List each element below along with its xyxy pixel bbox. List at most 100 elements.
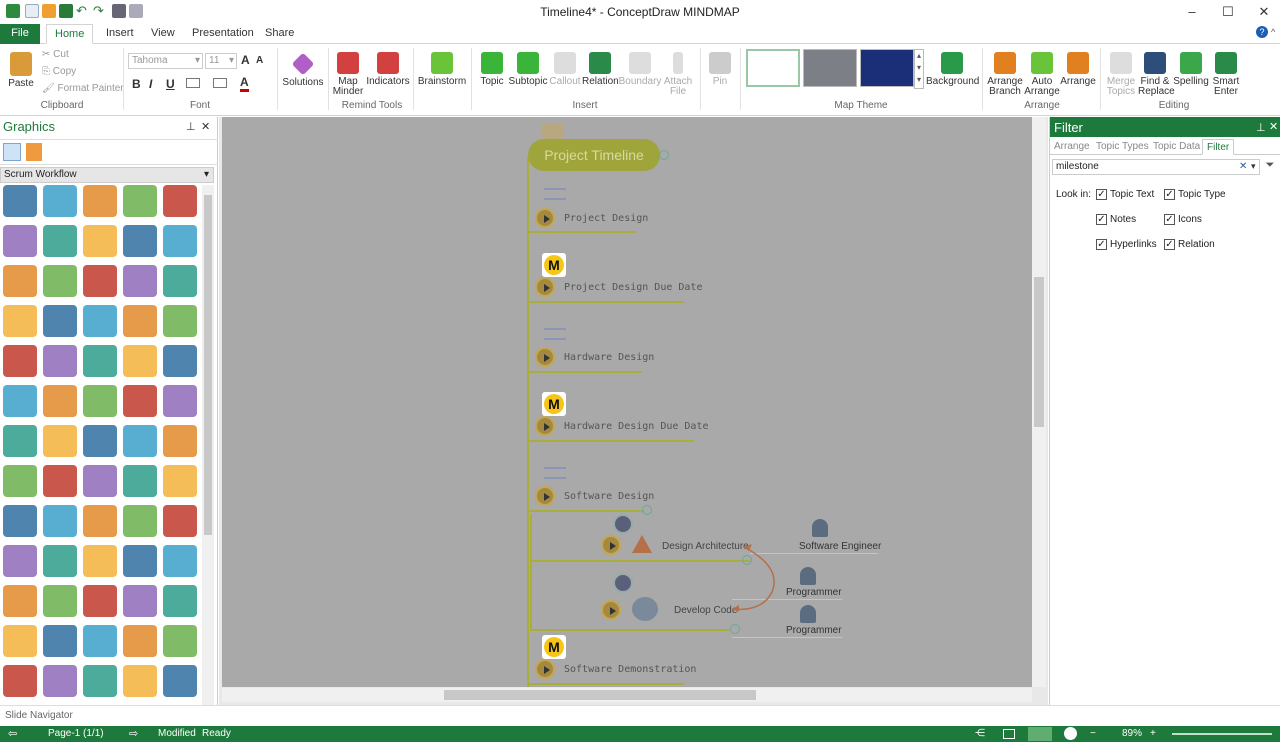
clipart-icon[interactable]: [43, 345, 77, 377]
help-icon[interactable]: ?: [1256, 26, 1268, 38]
theme-thumbnail-2[interactable]: [803, 49, 857, 87]
theme-thumbnail-3[interactable]: [860, 49, 914, 87]
topic-project-design-due-date[interactable]: Project Design Due Date: [564, 282, 702, 293]
tab-view[interactable]: View: [143, 24, 183, 44]
play-icon[interactable]: [535, 277, 555, 297]
outline-view-icon[interactable]: [1003, 729, 1015, 739]
clipart-icon[interactable]: [123, 625, 157, 657]
clipart-icon[interactable]: [3, 625, 37, 657]
font-size-select[interactable]: 11 ▾: [205, 53, 237, 69]
font-color-button[interactable]: A: [240, 75, 249, 92]
tab-insert[interactable]: Insert: [98, 24, 142, 44]
copy-button[interactable]: ⎘ Copy: [42, 65, 76, 79]
filter-search-input[interactable]: milestone ✕ ▾: [1052, 159, 1260, 175]
play-icon[interactable]: [601, 600, 621, 620]
clipart-icon[interactable]: [3, 225, 37, 257]
close-panel-icon[interactable]: ✕: [1269, 120, 1278, 133]
theme-thumbnail-1[interactable]: [746, 49, 800, 87]
clipart-icon[interactable]: [43, 185, 77, 217]
checkbox-topic-text[interactable]: ✓: [1096, 189, 1107, 200]
clipart-icon[interactable]: [83, 545, 117, 577]
clipart-icon[interactable]: [43, 545, 77, 577]
pin-icon[interactable]: ⊥: [186, 120, 196, 133]
clipart-icon[interactable]: [123, 385, 157, 417]
zoom-slider[interactable]: [1172, 729, 1272, 739]
tab-file[interactable]: File: [0, 24, 40, 44]
clipart-icon[interactable]: [163, 665, 197, 697]
clipart-icon[interactable]: [83, 665, 117, 697]
clipart-icon[interactable]: [43, 425, 77, 457]
italic-button[interactable]: I: [149, 77, 152, 91]
collapse-toggle[interactable]: [659, 150, 669, 160]
clipart-icon[interactable]: [43, 225, 77, 257]
search-dropdown-icon[interactable]: ▾: [1251, 161, 1256, 172]
clipart-icon[interactable]: [123, 265, 157, 297]
clipart-icon[interactable]: [83, 465, 117, 497]
clipart-icon[interactable]: [83, 425, 117, 457]
clipart-icon[interactable]: [83, 345, 117, 377]
slide-navigator-label[interactable]: Slide Navigator: [5, 710, 73, 721]
tab-topic-data[interactable]: Topic Data: [1153, 141, 1200, 152]
clipart-icon[interactable]: [163, 425, 197, 457]
attach-file-button[interactable]: Attach File: [662, 48, 694, 97]
play-icon[interactable]: [535, 486, 555, 506]
clipart-icon[interactable]: [163, 545, 197, 577]
checkbox-hyperlinks[interactable]: ✓: [1096, 239, 1107, 250]
clipart-icon[interactable]: [43, 665, 77, 697]
close-button[interactable]: ✕: [1244, 2, 1280, 22]
cut-button[interactable]: ✂ Cut: [42, 48, 69, 62]
clipart-icon[interactable]: [123, 425, 157, 457]
clipart-icon[interactable]: [163, 305, 197, 337]
checkbox-relation[interactable]: ✓: [1164, 239, 1175, 250]
clipart-icon[interactable]: [83, 265, 117, 297]
tab-share[interactable]: Share: [257, 24, 302, 44]
filter-funnel-icon[interactable]: ⏷: [1262, 159, 1278, 175]
clipart-icon[interactable]: [163, 185, 197, 217]
underline-button[interactable]: U: [166, 77, 175, 91]
resource-software-engineer[interactable]: Software Engineer: [799, 541, 881, 552]
clipart-icon[interactable]: [163, 505, 197, 537]
find-replace-button[interactable]: Find & Replace: [1138, 48, 1175, 97]
clipart-icon[interactable]: [123, 345, 157, 377]
solutions-button[interactable]: Solutions: [282, 48, 324, 88]
clipart-icon[interactable]: [3, 185, 37, 217]
clipart-icon[interactable]: [43, 505, 77, 537]
resource-programmer[interactable]: Programmer: [786, 587, 842, 598]
clipart-icon[interactable]: [83, 625, 117, 657]
play-icon[interactable]: [535, 208, 555, 228]
clipart-icon[interactable]: [3, 585, 37, 617]
collapse-ribbon-icon[interactable]: ^: [1271, 27, 1275, 37]
play-presentation-icon[interactable]: [1064, 727, 1077, 740]
library-select[interactable]: Scrum Workflow ▾: [0, 167, 214, 183]
clipart-icon[interactable]: [83, 305, 117, 337]
boundary-button[interactable]: Boundary: [618, 48, 662, 87]
topic-button[interactable]: Topic: [476, 48, 508, 87]
graphics-scrollbar[interactable]: [202, 185, 214, 705]
spelling-button[interactable]: Spelling: [1173, 48, 1209, 87]
clipart-icon[interactable]: [123, 665, 157, 697]
grow-font-icon[interactable]: A: [241, 53, 250, 67]
clipart-icon[interactable]: [83, 585, 117, 617]
clipart-icon[interactable]: [163, 465, 197, 497]
indicators-button[interactable]: Indicators: [366, 48, 410, 87]
clipart-icon[interactable]: [43, 625, 77, 657]
arrange-branch-button[interactable]: Arrange Branch: [986, 48, 1024, 97]
clipart-icon[interactable]: [43, 265, 77, 297]
canvas-vertical-scrollbar[interactable]: [1032, 117, 1046, 687]
clipart-icon[interactable]: [83, 185, 117, 217]
format-painter-button[interactable]: 🖌 Format Painter: [42, 82, 124, 96]
pin-button[interactable]: Pin: [706, 48, 734, 87]
clear-search-icon[interactable]: ✕: [1239, 161, 1247, 172]
brainstorm-button[interactable]: Brainstorm: [417, 48, 467, 87]
pin-icon[interactable]: ⊥: [1256, 121, 1266, 134]
clipart-icon[interactable]: [3, 545, 37, 577]
subtopic-button[interactable]: Subtopic: [508, 48, 548, 87]
callout-button[interactable]: Callout: [548, 48, 582, 87]
map-minder-button[interactable]: Map Minder: [331, 48, 365, 97]
clipart-icon[interactable]: [43, 465, 77, 497]
library-view-icon[interactable]: [3, 143, 21, 161]
clipart-icon[interactable]: [123, 505, 157, 537]
merge-topics-button[interactable]: Merge Topics: [1104, 48, 1138, 97]
checkbox-notes[interactable]: ✓: [1096, 214, 1107, 225]
root-topic[interactable]: Project Timeline: [528, 139, 660, 171]
